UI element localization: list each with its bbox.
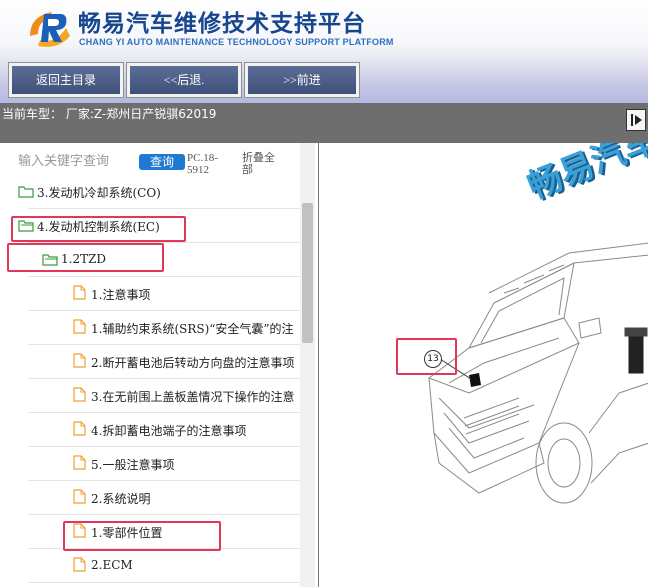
tree-item-system-description[interactable]: 2.系统说明 — [0, 481, 300, 515]
tree-item-label: 5.一般注意事项 — [91, 458, 175, 472]
catalog-pane: 查询 PC.18-5912 折叠全部 3.发动机冷却系统(CO) 4.发动机控制… — [0, 143, 318, 587]
tree-item-label: 4.拆卸蓄电池端子的注意事项 — [91, 424, 247, 438]
home-button[interactable]: 返回主目录 — [8, 62, 124, 98]
document-icon — [73, 319, 86, 338]
document-icon — [73, 455, 86, 474]
app-title: 畅易汽车维修技术支持平台 — [78, 11, 366, 37]
tree-item-steering-precaution[interactable]: 2.断开蓄电池后转动方向盘的注意事项 — [0, 345, 300, 379]
folder-open-icon — [18, 183, 34, 202]
tree-item-cowl-precaution[interactable]: 3.在无前围上盖板盖情况下操作的注意 — [0, 379, 300, 413]
document-icon — [73, 557, 86, 576]
forward-button[interactable]: >>前进 — [244, 62, 360, 98]
nav-toolbar: 返回主目录 <<后退. >>前进 — [0, 60, 648, 103]
search-button[interactable]: 查询 — [139, 154, 185, 170]
vehicle-diagram-image — [427, 242, 648, 504]
figure-pane: 畅易汽车 13 — [318, 143, 648, 587]
tree-item-general-precautions[interactable]: 5.一般注意事项 — [0, 447, 300, 481]
model-code-label: PC.18-5912 — [187, 152, 218, 176]
scrollbar-thumb[interactable] — [302, 203, 313, 343]
highlight-box — [63, 521, 221, 551]
search-input[interactable] — [18, 154, 128, 169]
tree-item-battery-terminal[interactable]: 4.拆卸蓄电池端子的注意事项 — [0, 413, 300, 447]
highlight-box — [7, 243, 164, 272]
document-icon — [73, 489, 86, 508]
status-bar: 当前车型： 厂家:Z-郑州日产锐骐62019 — [0, 103, 648, 143]
tree-item-cooling[interactable]: 3.发动机冷却系统(CO) — [0, 175, 300, 209]
callout-number: 13 — [424, 350, 442, 368]
tree-scrollbar[interactable] — [300, 143, 315, 587]
tree-item-precautions[interactable]: 1.注意事项 — [0, 277, 300, 311]
tree-item-label: 1.辅助约束系统(SRS)“安全气囊”的注 — [91, 322, 294, 336]
tree-item-label: 2.断开蓄电池后转动方向盘的注意事项 — [91, 356, 295, 370]
tree-item-srs-airbag[interactable]: 1.辅助约束系统(SRS)“安全气囊”的注 — [0, 311, 300, 345]
tree-item-label: 2.ECM — [91, 558, 133, 572]
arrow-right-icon — [631, 114, 642, 126]
app-header: 畅易汽车维修技术支持平台 CHANG YI AUTO MAINTENANCE T… — [0, 0, 648, 60]
tree-item-label: 2.系统说明 — [91, 492, 151, 506]
document-icon — [73, 421, 86, 440]
tree-item-label: 3.发动机冷却系统(CO) — [37, 186, 161, 200]
tree-item-ecm[interactable]: 2.ECM — [0, 549, 300, 583]
highlight-box — [11, 216, 186, 242]
pane-toggle-button[interactable] — [626, 109, 646, 131]
collapse-all-link[interactable]: 折叠全部 — [242, 152, 282, 176]
tree-item-label: 3.在无前围上盖板盖情况下操作的注意 — [91, 390, 295, 404]
document-icon — [73, 353, 86, 372]
document-icon — [73, 387, 86, 406]
brand-logo-icon — [30, 12, 70, 47]
app-subtitle: CHANG YI AUTO MAINTENANCE TECHNOLOGY SUP… — [79, 37, 394, 47]
tree-item-label: 1.注意事项 — [91, 288, 151, 302]
document-icon — [73, 285, 86, 304]
current-vehicle-label: 当前车型： 厂家:Z-郑州日产锐骐62019 — [2, 107, 217, 121]
back-button[interactable]: <<后退. — [126, 62, 242, 98]
